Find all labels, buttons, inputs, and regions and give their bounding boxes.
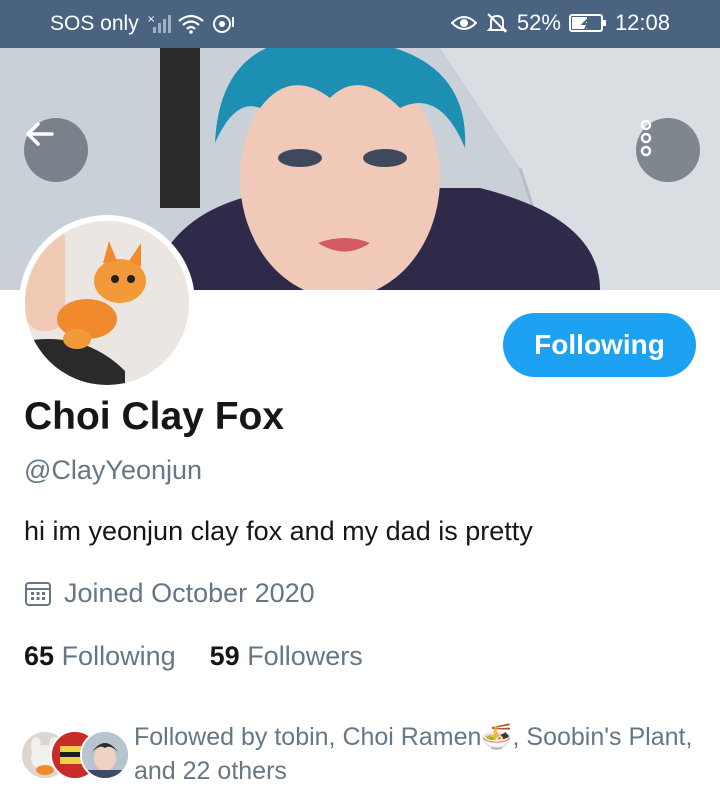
eye-icon [450, 13, 477, 33]
following-button[interactable]: Following [503, 313, 696, 377]
followed-by-avatars [20, 730, 130, 780]
followers-stat[interactable]: 59 Followers [210, 641, 363, 672]
svg-text:×: × [147, 14, 155, 25]
back-button[interactable] [24, 118, 88, 182]
profile-handle: @ClayYeonjun [24, 455, 203, 485]
location-icon [211, 13, 235, 35]
follower-avatar [80, 730, 130, 780]
status-left: SOS only × [50, 12, 235, 36]
follow-stats: 65 Following 59 Followers [24, 641, 363, 672]
signal-icon: × [145, 13, 171, 35]
followers-label: Followers [247, 641, 363, 671]
followed-by-row[interactable]: Followed by tobin, Choi Ramen🍜, Soobin's… [20, 718, 710, 788]
battery-charging-icon [568, 13, 607, 33]
bell-muted-icon [485, 11, 509, 35]
status-right: 52% 12:08 [450, 10, 670, 36]
calendar-icon [25, 581, 51, 606]
arrow-left-icon [26, 122, 54, 146]
followers-count: 59 [209, 641, 240, 671]
wifi-icon [177, 13, 205, 35]
carrier-text: SOS only [50, 12, 139, 35]
battery-percent: 52% [516, 10, 561, 35]
more-options-button[interactable] [636, 118, 700, 182]
status-bar: SOS only × 52% 12:08 [0, 0, 720, 48]
profile-avatar[interactable] [19, 215, 195, 391]
followed-by-text: Followed by tobin, Choi Ramen🍜, Soobin's… [134, 723, 693, 785]
following-label: Following [61, 641, 176, 671]
vertical-dots-icon [640, 119, 652, 157]
following-stat[interactable]: 65 Following [24, 641, 176, 672]
profile-bio: hi im yeonjun clay fox and my dad is pre… [24, 516, 533, 546]
profile-name: Choi Clay Fox [24, 395, 285, 438]
following-count: 65 [24, 641, 55, 671]
joined-text: Joined October 2020 [64, 578, 315, 608]
avatar-image [25, 221, 189, 385]
joined-date: Joined October 2020 [24, 578, 315, 609]
clock: 12:08 [614, 10, 670, 35]
